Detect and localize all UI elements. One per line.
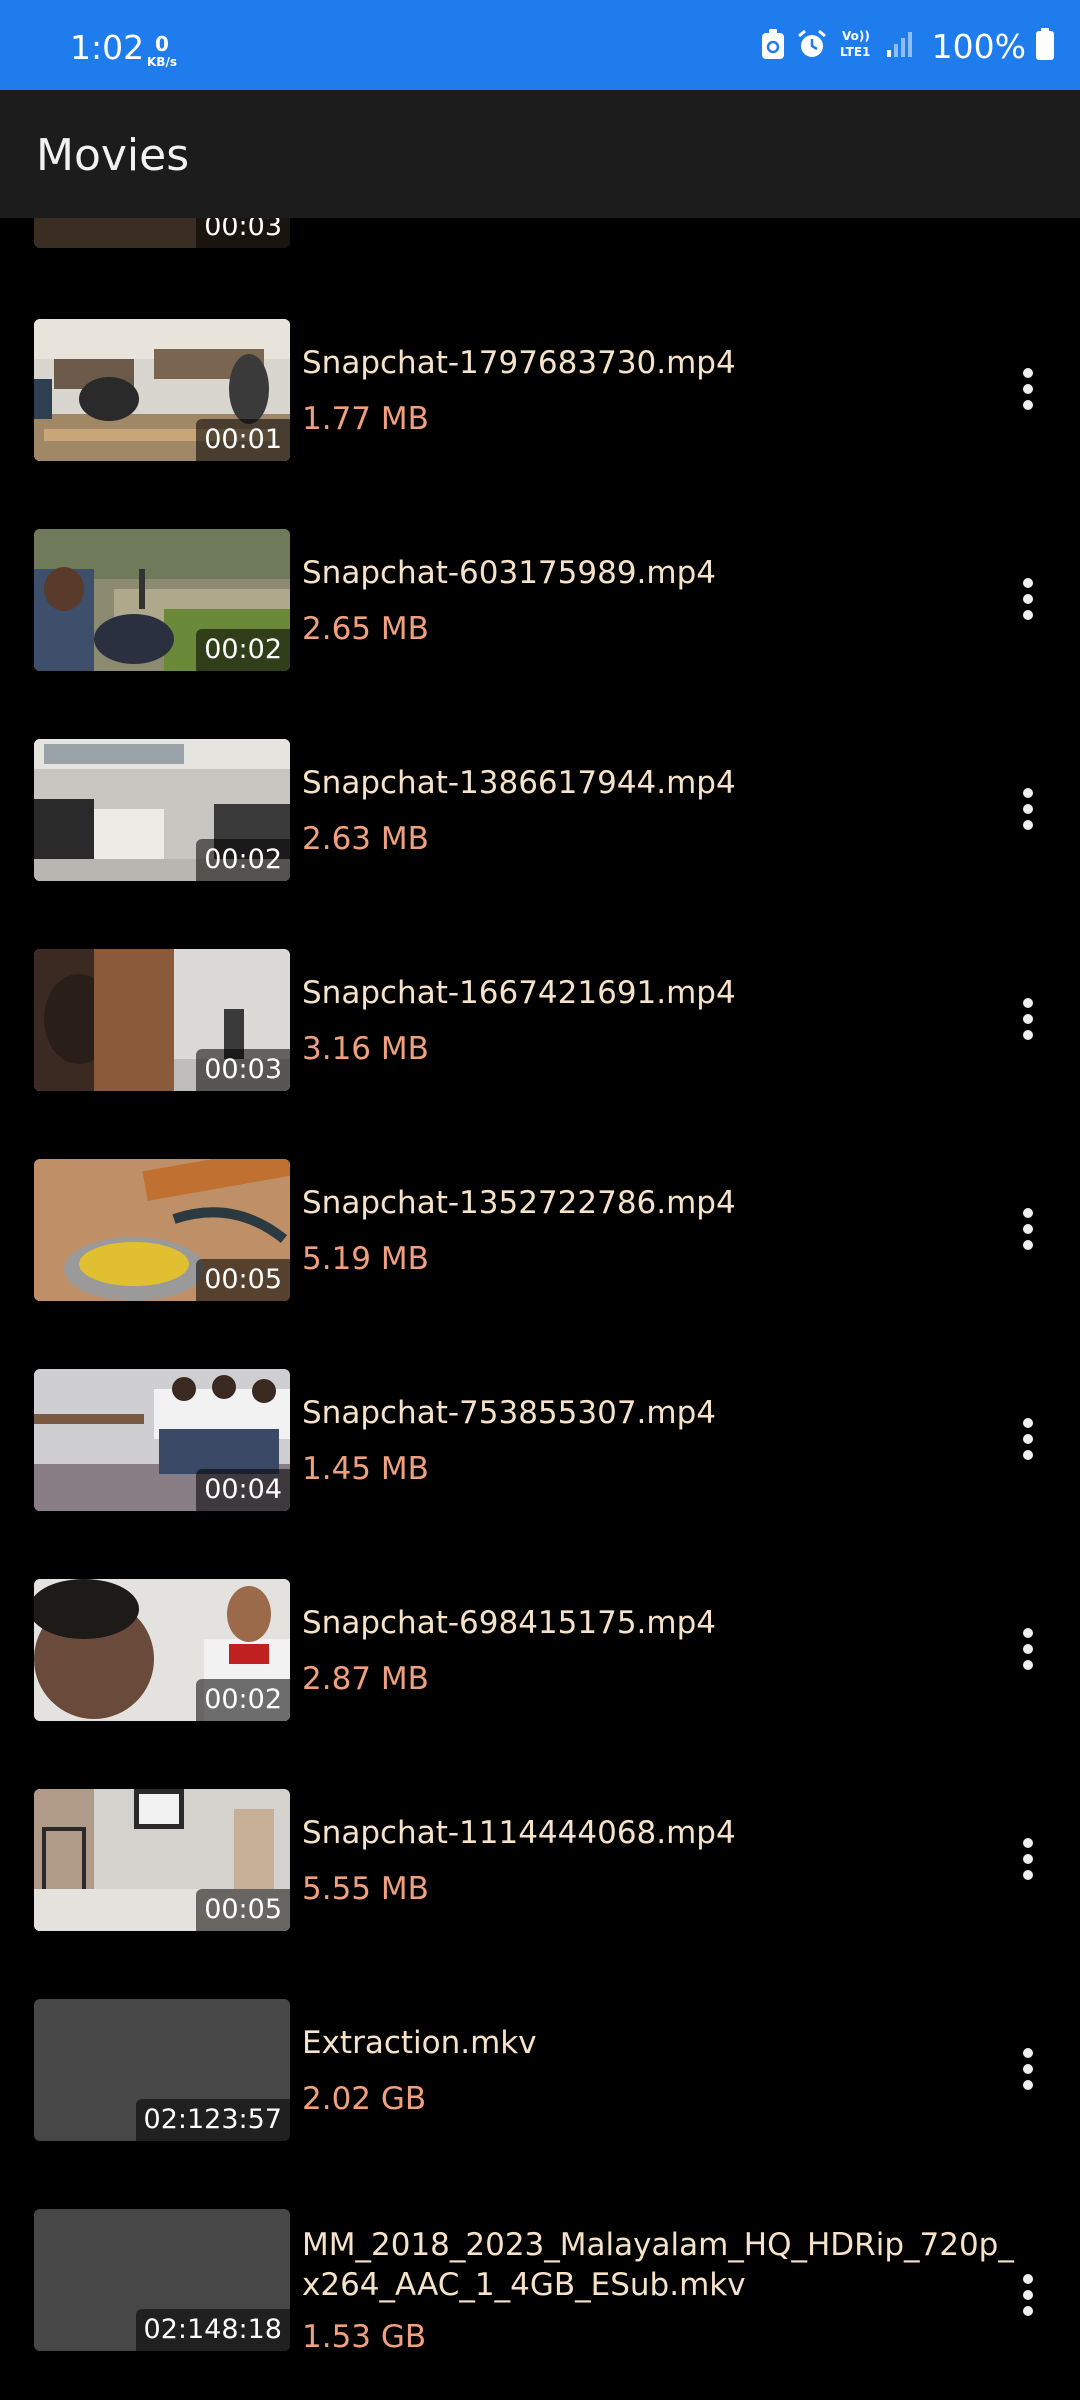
video-duration: 02:148:18: [135, 2309, 290, 2351]
more-options-icon[interactable]: [998, 1829, 1058, 1889]
more-options-icon[interactable]: [998, 1409, 1058, 1469]
video-thumbnail[interactable]: 00:04: [34, 1369, 290, 1511]
more-options-icon[interactable]: [998, 989, 1058, 1049]
video-file-name: Snapchat-1667421691.mp4: [302, 975, 736, 1011]
list-item[interactable]: 02:123:57 Extraction.mkv 2.02 GB: [0, 1999, 1080, 2209]
network-speed: 0 KB/s: [142, 34, 182, 68]
more-options-icon[interactable]: [998, 569, 1058, 629]
status-bar: 1:02 0 KB/s Vo)) LTE1 100%: [0, 0, 1080, 90]
list-item[interactable]: 02:148:18 MM_2018_2023_Malayalam_HQ_HDRi…: [0, 2209, 1080, 2400]
battery-percentage: 100%: [931, 26, 1026, 66]
video-file-name: Snapchat-1386617944.mp4: [302, 765, 736, 801]
video-thumbnail[interactable]: 00:02: [34, 529, 290, 671]
status-time: 1:02: [70, 28, 145, 67]
video-thumbnail[interactable]: 00:05: [34, 1789, 290, 1931]
volte-lte-icon: Vo)) LTE1: [838, 27, 876, 65]
video-info: Snapchat-1352722786.mp4 5.19 MB: [302, 1183, 1022, 1279]
video-info: Snapchat-698415175.mp4 2.87 MB: [302, 1603, 1022, 1699]
battery-icon: [1036, 28, 1054, 64]
video-duration: 00:02: [196, 1679, 290, 1721]
more-options-icon[interactable]: [998, 1619, 1058, 1679]
video-thumbnail[interactable]: 00:03: [34, 218, 290, 248]
video-file-name: Snapchat-1114444068.mp4: [302, 1815, 736, 1851]
video-info: MM_2018_2023_Malayalam_HQ_HDRip_720p_x26…: [302, 2225, 1022, 2357]
video-thumbnail[interactable]: 02:148:18: [34, 2209, 290, 2351]
more-options-icon[interactable]: [998, 359, 1058, 419]
video-file-size: 2.02 GB: [302, 2081, 427, 2117]
video-info: Snapchat-1114444068.mp4 5.55 MB: [302, 1813, 1022, 1909]
video-duration: 00:03: [196, 1049, 290, 1091]
page-title: Movies: [36, 130, 190, 181]
video-file-name: Snapchat-1352722786.mp4: [302, 1185, 736, 1221]
video-file-name: Snapchat-698415175.mp4: [302, 1605, 716, 1641]
more-options-icon[interactable]: [998, 779, 1058, 839]
video-thumbnail[interactable]: 00:03: [34, 949, 290, 1091]
video-file-name: Extraction.mkv: [302, 2025, 537, 2061]
network-speed-value: 0: [155, 32, 169, 56]
video-file-size: 2.87 MB: [302, 1661, 429, 1697]
app-bar: Movies: [0, 90, 1080, 218]
list-item[interactable]: 00:03 Snapchat-1667421691.mp4 3.16 MB: [0, 949, 1080, 1159]
video-info: Extraction.mkv 2.02 GB: [302, 2023, 1022, 2119]
video-file-size: 1.77 MB: [302, 401, 429, 437]
video-file-name: Snapchat-753855307.mp4: [302, 1395, 716, 1431]
video-file-size: 1.45 MB: [302, 1451, 429, 1487]
video-file-name: Snapchat-603175989.mp4: [302, 555, 716, 591]
video-file-size: 2.65 MB: [302, 611, 429, 647]
video-duration: 00:03: [196, 218, 290, 248]
signal-icon: [886, 30, 914, 62]
video-file-name: MM_2018_2023_Malayalam_HQ_HDRip_720p_x26…: [302, 2227, 1014, 2303]
video-duration: 00:02: [196, 629, 290, 671]
video-file-size: 2.63 MB: [302, 821, 429, 857]
video-thumbnail[interactable]: 02:123:57: [34, 1999, 290, 2141]
video-duration: 02:123:57: [135, 2099, 290, 2141]
video-list[interactable]: 00:03 00:01 Snapchat-1797683730.mp4 1.77…: [0, 218, 1080, 2400]
video-thumbnail[interactable]: 00:05: [34, 1159, 290, 1301]
list-item[interactable]: 00:01 Snapchat-1797683730.mp4 1.77 MB: [0, 319, 1080, 529]
video-info: Snapchat-1667421691.mp4 3.16 MB: [302, 973, 1022, 1069]
list-item[interactable]: 00:04 Snapchat-753855307.mp4 1.45 MB: [0, 1369, 1080, 1579]
video-thumbnail[interactable]: 00:02: [34, 739, 290, 881]
alarm-icon: [796, 28, 828, 64]
data-saver-icon: [760, 27, 786, 65]
video-info: Snapchat-753855307.mp4 1.45 MB: [302, 1393, 1022, 1489]
video-file-size: 1.53 GB: [302, 2319, 427, 2355]
list-item-partial[interactable]: 00:03: [0, 218, 1080, 316]
video-file-size: 5.55 MB: [302, 1871, 429, 1907]
video-info: Snapchat-1386617944.mp4 2.63 MB: [302, 763, 1022, 859]
list-item[interactable]: 00:05 Snapchat-1352722786.mp4 5.19 MB: [0, 1159, 1080, 1369]
video-duration: 00:05: [196, 1889, 290, 1931]
video-thumbnail[interactable]: 00:02: [34, 1579, 290, 1721]
svg-text:LTE1: LTE1: [840, 45, 870, 59]
more-options-icon[interactable]: [998, 1199, 1058, 1259]
video-duration: 00:02: [196, 839, 290, 881]
status-icons: Vo)) LTE1 100%: [760, 24, 1054, 68]
video-file-size: 5.19 MB: [302, 1241, 429, 1277]
more-options-icon[interactable]: [998, 2265, 1058, 2325]
list-item[interactable]: 00:02 Snapchat-603175989.mp4 2.65 MB: [0, 529, 1080, 739]
video-duration: 00:05: [196, 1259, 290, 1301]
list-item[interactable]: 00:02 Snapchat-1386617944.mp4 2.63 MB: [0, 739, 1080, 949]
network-speed-unit: KB/s: [147, 55, 177, 69]
list-item[interactable]: 00:05 Snapchat-1114444068.mp4 5.55 MB: [0, 1789, 1080, 1999]
video-file-name: Snapchat-1797683730.mp4: [302, 345, 736, 381]
video-info: Snapchat-1797683730.mp4 1.77 MB: [302, 343, 1022, 439]
list-item[interactable]: 00:02 Snapchat-698415175.mp4 2.87 MB: [0, 1579, 1080, 1789]
video-duration: 00:04: [196, 1469, 290, 1511]
svg-text:Vo)): Vo)): [842, 29, 870, 43]
more-options-icon[interactable]: [998, 2039, 1058, 2099]
video-duration: 00:01: [196, 419, 290, 461]
video-info: Snapchat-603175989.mp4 2.65 MB: [302, 553, 1022, 649]
video-file-size: 3.16 MB: [302, 1031, 429, 1067]
video-thumbnail[interactable]: 00:01: [34, 319, 290, 461]
